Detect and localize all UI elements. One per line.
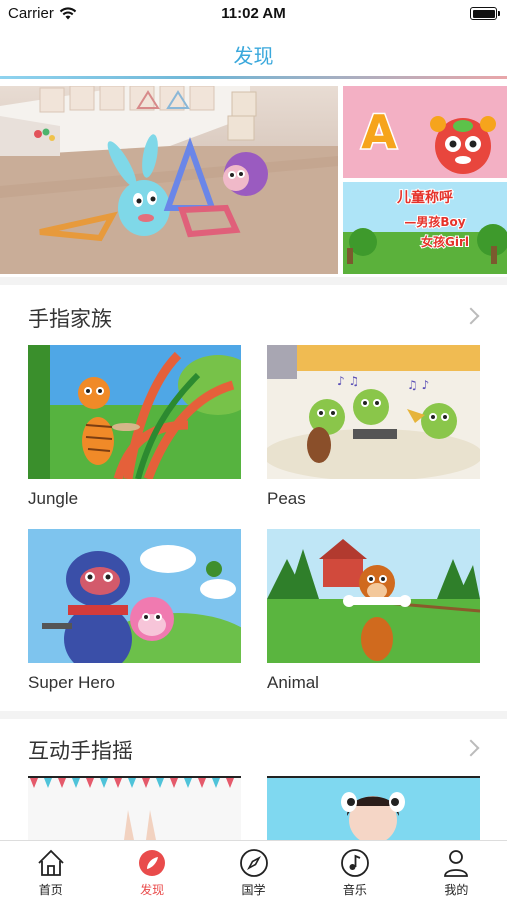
banner-main-image[interactable] [0, 86, 338, 274]
nav-divider [0, 76, 507, 79]
svg-text:♪ ♫: ♪ ♫ [337, 374, 359, 388]
banner-letter-text: A [361, 105, 397, 159]
discover-icon [139, 850, 166, 876]
banner-side-line2: 女孩Girl [421, 234, 469, 249]
tab-label: 国学 [241, 883, 266, 897]
video-thumb-jungle[interactable] [28, 345, 241, 479]
status-time: 11:02 AM [221, 5, 286, 22]
video-thumb-peas[interactable]: ♪ ♫ ♫ ♪ [267, 345, 480, 479]
tab-music[interactable]: 音乐 [304, 841, 405, 900]
tab-mine[interactable]: 我的 [406, 841, 507, 900]
tab-home[interactable]: 首页 [0, 841, 101, 900]
music-icon [341, 849, 369, 877]
banner-side-line1: —男孩Boy [404, 214, 465, 229]
banner-letter-a-image[interactable]: A [343, 86, 507, 178]
section-title-finger-family: 手指家族 [28, 308, 112, 331]
video-thumb-interactive-2[interactable] [267, 776, 480, 840]
video-label: Animal [267, 673, 319, 692]
video-label: Jungle [28, 489, 79, 508]
chevron-right-icon[interactable] [462, 739, 480, 757]
compass-icon [239, 849, 268, 877]
video-thumb-super-hero[interactable] [28, 529, 241, 663]
tab-label: 首页 [38, 883, 63, 897]
svg-text:♫ ♪: ♫ ♪ [407, 378, 429, 392]
tab-label: 我的 [444, 883, 469, 897]
tab-discover[interactable]: 发现 [101, 841, 202, 900]
status-bar: Carrier 11:02 AM [0, 0, 507, 28]
home-icon [38, 849, 64, 876]
bottom-tab-bar: 首页 发现 国学 音乐 我的 [0, 840, 507, 900]
chevron-right-icon[interactable] [462, 307, 480, 325]
banner-kids-title-image[interactable]: 儿童称呼 —男孩Boy 女孩Girl [343, 182, 507, 274]
page-title: 发现 [233, 46, 274, 68]
battery-icon [470, 7, 500, 20]
video-label: Super Hero [28, 673, 115, 692]
tab-label: 发现 [140, 883, 165, 897]
section-title-interactive: 互动手指摇 [28, 740, 133, 763]
section-divider [0, 711, 507, 719]
video-thumb-animal[interactable] [267, 529, 480, 663]
video-label: Peas [267, 489, 306, 508]
banner-side-title: 儿童称呼 [396, 189, 453, 206]
tab-guoxue[interactable]: 国学 [203, 841, 304, 900]
tab-label: 音乐 [342, 883, 367, 897]
person-icon [444, 850, 469, 877]
video-thumb-interactive-1[interactable] [28, 776, 241, 840]
section-divider [0, 277, 507, 285]
